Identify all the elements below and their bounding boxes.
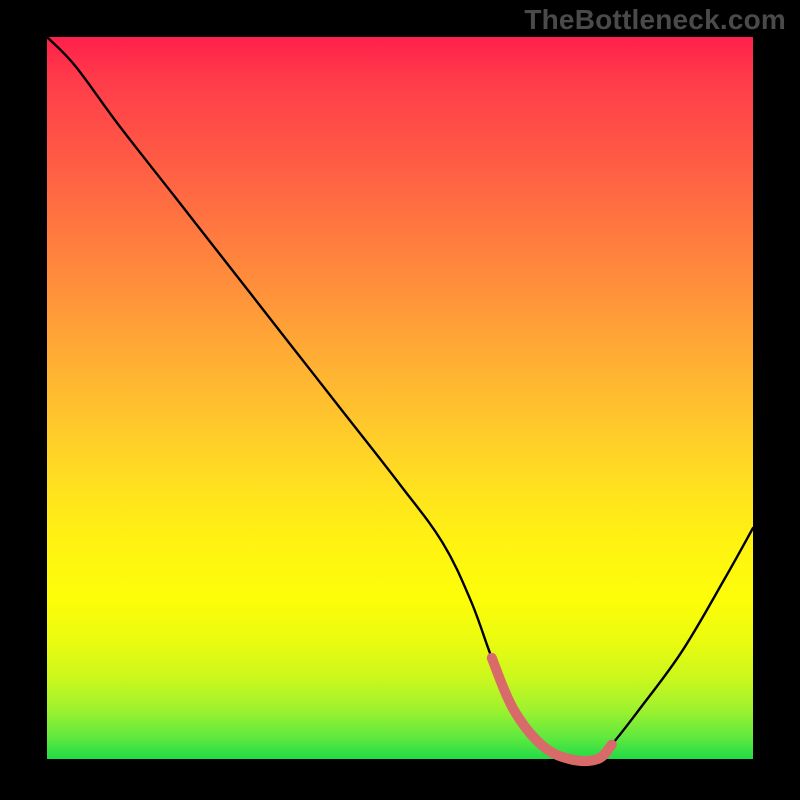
bottleneck-curve (47, 37, 753, 761)
curve-layer (47, 37, 753, 759)
plot-area (47, 37, 753, 759)
chart-frame: TheBottleneck.com (0, 0, 800, 800)
optimal-zone-highlight (492, 658, 612, 761)
watermark-text: TheBottleneck.com (524, 4, 786, 36)
